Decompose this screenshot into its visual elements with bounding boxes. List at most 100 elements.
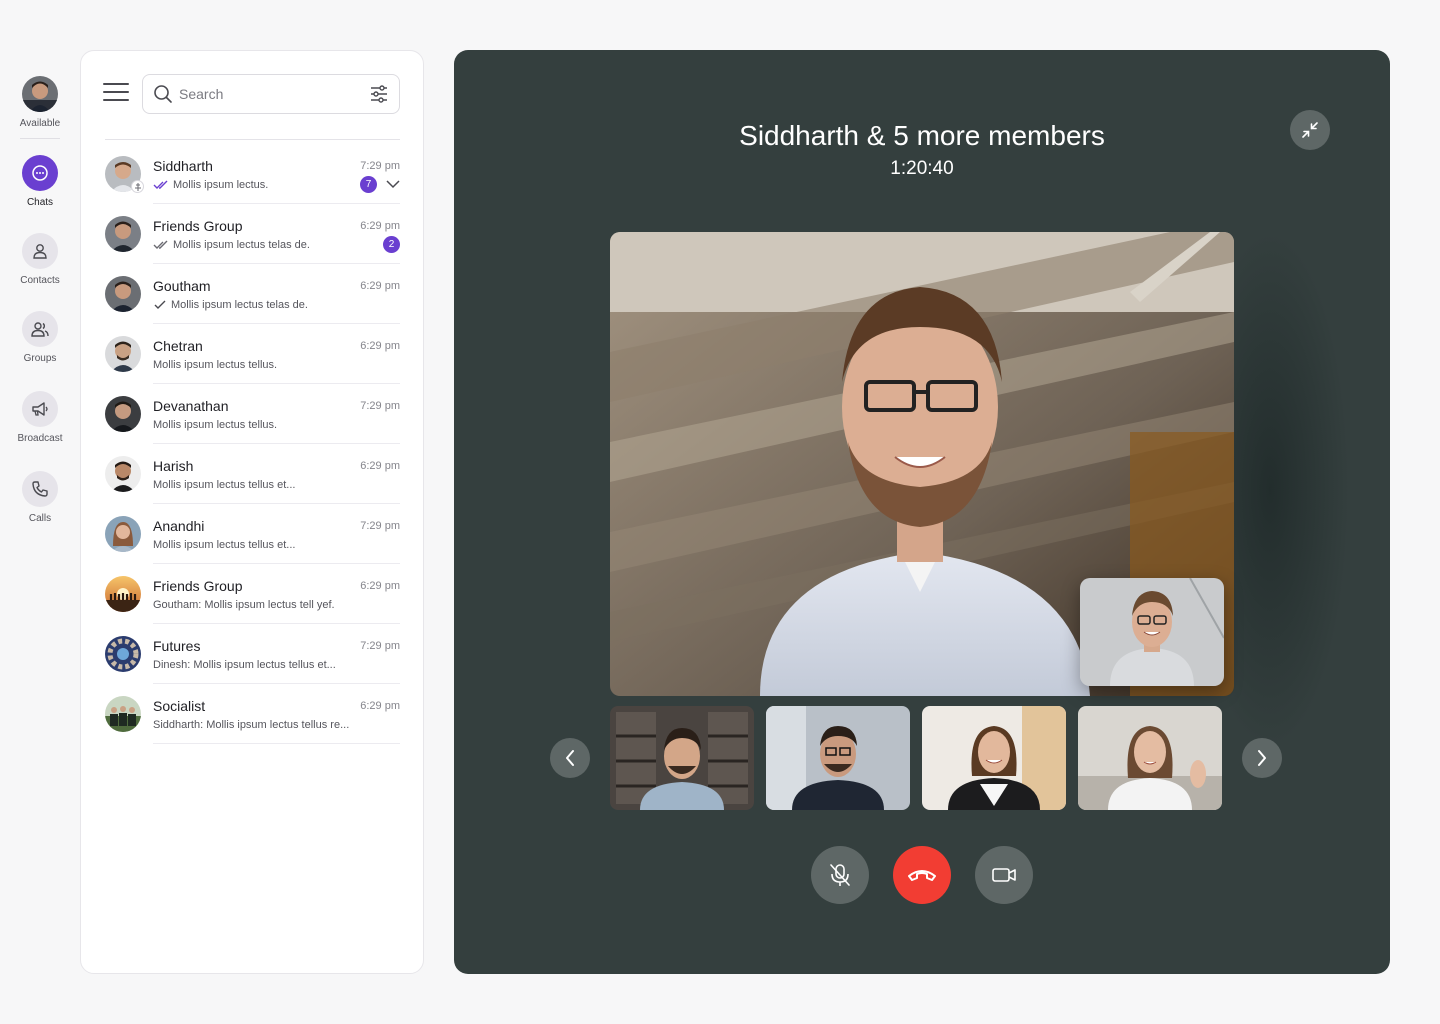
chat-item-futures[interactable]: Futures 7:29 pm Dinesh: Mollis ipsum lec… [105, 624, 400, 684]
rail-item-groups[interactable]: Groups [0, 311, 80, 364]
chat-item-chetran[interactable]: Chetran 6:29 pm Mollis ipsum lectus tell… [105, 324, 400, 384]
rail-divider [20, 138, 60, 139]
chat-item-socialist[interactable]: Socialist 6:29 pm Siddharth: Mollis ipsu… [105, 684, 400, 744]
minimize-button[interactable] [1290, 110, 1330, 150]
participant-thumbnail[interactable] [922, 706, 1066, 810]
chat-time: 7:29 pm [360, 160, 400, 172]
avatar [105, 216, 141, 252]
chat-name: Devanathan [153, 398, 229, 414]
avatar [105, 516, 141, 552]
chat-preview: Dinesh: Mollis ipsum lectus tellus et... [153, 659, 336, 671]
next-participants-button[interactable] [1242, 738, 1282, 778]
rail-label-calls: Calls [28, 513, 52, 524]
chat-preview: Mollis ipsum lectus tellus. [153, 359, 277, 371]
avatar [105, 336, 141, 372]
chat-preview: Siddharth: Mollis ipsum lectus tellus re… [153, 719, 349, 731]
rail-label-groups: Groups [23, 353, 57, 364]
contact-icon[interactable] [22, 233, 58, 269]
chat-time: 6:29 pm [360, 220, 400, 232]
chat-preview: Mollis ipsum lectus tellus. [153, 419, 277, 431]
chat-item-friends-group-2[interactable]: Friends Group 6:29 pm Goutham: Mollis ip… [105, 564, 400, 624]
chevron-down-icon[interactable] [386, 179, 400, 189]
navigation-rail: Available Chats Contacts Groups Broadcas… [0, 0, 80, 1024]
chat-message: Mollis ipsum lectus telas de. [171, 299, 308, 311]
avatar [105, 276, 141, 312]
chat-item-devanathan[interactable]: Devanathan 7:29 pm Mollis ipsum lectus t… [105, 384, 400, 444]
chevron-left-icon [566, 750, 574, 766]
video-camera-icon [992, 868, 1016, 882]
self-view-video[interactable] [1080, 578, 1224, 686]
chat-message: Siddharth: Mollis ipsum lectus tellus re… [153, 719, 350, 731]
chat-time: 7:29 pm [360, 400, 400, 412]
search-icon [154, 85, 172, 103]
chat-name: Siddharth [153, 158, 213, 174]
chat-item-siddharth[interactable]: Siddharth 7:29 pm Mollis ipsum lectus. 7 [105, 144, 400, 204]
chat-time: 6:29 pm [360, 700, 400, 712]
chat-item-friends-group[interactable]: Friends Group 6:29 pm Mollis ipsum lectu… [105, 204, 400, 264]
rail-item-chats[interactable]: Chats [0, 155, 80, 208]
chat-name: Goutham [153, 278, 211, 294]
chat-message: Dinesh: Mollis ipsum lectus tellus et... [153, 659, 336, 671]
end-call-button[interactable] [893, 846, 951, 904]
video-toggle-button[interactable] [975, 846, 1033, 904]
chat-bubble-icon[interactable] [22, 155, 58, 191]
chat-message: Mollis ipsum lectus tellus et... [153, 539, 296, 551]
mute-button[interactable] [811, 846, 869, 904]
participant-thumbnail[interactable] [610, 706, 754, 810]
user-avatar[interactable] [22, 76, 58, 112]
participant-thumbnails [610, 706, 1234, 810]
previous-participants-button[interactable] [550, 738, 590, 778]
participant-thumbnail[interactable] [766, 706, 910, 810]
unread-badge: 2 [383, 236, 400, 253]
user-status-label: Available [19, 118, 61, 129]
participant-thumbnail[interactable] [1078, 706, 1222, 810]
double-check-icon [153, 180, 169, 190]
rail-label-contacts: Contacts [20, 275, 60, 286]
call-controls [454, 846, 1390, 904]
chat-list: Siddharth 7:29 pm Mollis ipsum lectus. 7… [105, 144, 400, 744]
minimize-icon [1302, 122, 1318, 138]
hamburger-menu-icon[interactable] [103, 83, 129, 103]
avatar [105, 636, 141, 672]
chat-message: Mollis ipsum lectus. [173, 179, 269, 191]
chat-message: Mollis ipsum lectus tellus et... [153, 479, 296, 491]
chat-time: 6:29 pm [360, 280, 400, 292]
double-check-icon [153, 240, 169, 250]
avatar [105, 396, 141, 432]
chat-name: Futures [153, 638, 201, 654]
rail-item-contacts[interactable]: Contacts [0, 233, 80, 286]
chat-name: Anandhi [153, 518, 205, 534]
chat-item-anandhi[interactable]: Anandhi 7:29 pm Mollis ipsum lectus tell… [105, 504, 400, 564]
chat-message: Goutham: Mollis ipsum lectus tell yef. [153, 599, 335, 611]
unread-badge: 7 [360, 176, 377, 193]
chat-name: Friends Group [153, 578, 243, 594]
search-box[interactable] [142, 74, 400, 114]
chat-name: Chetran [153, 338, 203, 354]
chat-preview: Goutham: Mollis ipsum lectus tell yef. [153, 599, 335, 611]
video-call-panel: Siddharth & 5 more members 1:20:40 [454, 50, 1390, 974]
chat-name: Socialist [153, 698, 206, 714]
filter-icon[interactable] [369, 84, 389, 104]
chat-message: Mollis ipsum lectus telas de. [173, 239, 310, 251]
chat-preview: Mollis ipsum lectus. [153, 179, 268, 191]
chat-preview: Mollis ipsum lectus telas de. [153, 299, 308, 311]
chat-item-goutham[interactable]: Goutham 6:29 pm Mollis ipsum lectus tela… [105, 264, 400, 324]
rail-item-calls[interactable]: Calls [0, 471, 80, 524]
chat-message: Mollis ipsum lectus tellus. [153, 359, 278, 371]
chat-name: Harish [153, 458, 194, 474]
user-status[interactable]: Available [0, 76, 80, 129]
rail-item-broadcast[interactable]: Broadcast [0, 391, 80, 444]
phone-icon[interactable] [22, 471, 58, 507]
megaphone-icon[interactable] [22, 391, 58, 427]
pin-icon [131, 180, 144, 193]
call-timer: 1:20:40 [890, 158, 954, 179]
chat-time: 6:29 pm [360, 460, 400, 472]
groups-icon[interactable] [22, 311, 58, 347]
avatar [105, 696, 141, 732]
search-input[interactable] [179, 86, 359, 102]
rail-label-broadcast: Broadcast [17, 433, 63, 444]
chat-item-harish[interactable]: Harish 6:29 pm Mollis ipsum lectus tellu… [105, 444, 400, 504]
chat-time: 7:29 pm [360, 640, 400, 652]
microphone-off-icon [830, 864, 850, 886]
chat-preview: Mollis ipsum lectus tellus et... [153, 539, 295, 551]
